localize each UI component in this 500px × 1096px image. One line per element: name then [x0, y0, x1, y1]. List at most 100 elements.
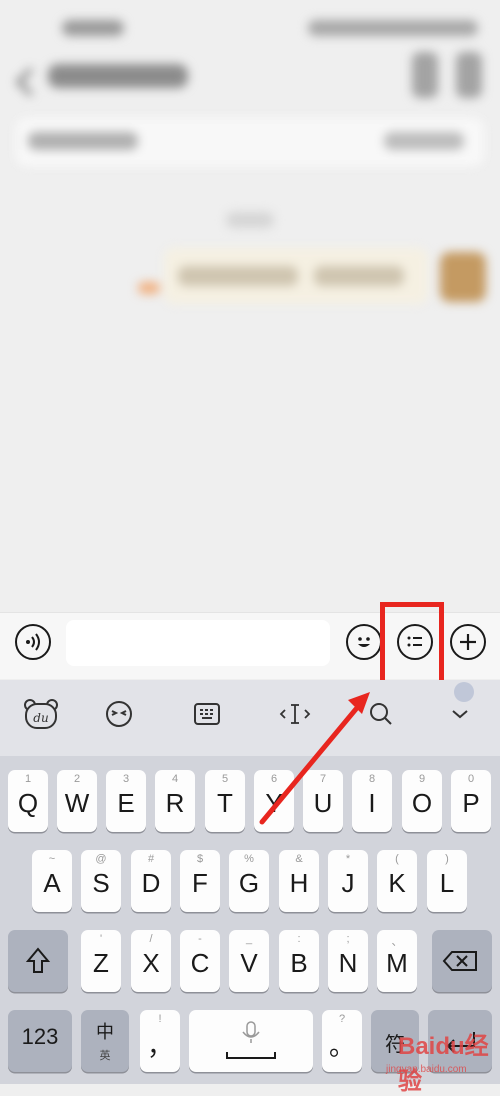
- chevron-down-icon: [452, 710, 468, 719]
- key-y[interactable]: 6Y: [254, 770, 294, 832]
- space-key[interactable]: [189, 1010, 313, 1072]
- key-e[interactable]: 3E: [106, 770, 146, 832]
- key-label: S: [92, 868, 110, 898]
- add-icon: [460, 634, 476, 650]
- key-p[interactable]: 0P: [451, 770, 491, 832]
- key-hint: %: [244, 853, 254, 865]
- key-hint: 6: [270, 773, 278, 785]
- du-logo-button[interactable]: du: [21, 694, 61, 734]
- backspace-key[interactable]: [432, 930, 492, 992]
- backspace-icon: [442, 951, 477, 971]
- key-hint: 1: [24, 773, 32, 785]
- key-t[interactable]: 5T: [205, 770, 245, 832]
- message-bubble[interactable]: [164, 248, 428, 304]
- shift-key[interactable]: [8, 930, 68, 992]
- key-hint: $: [196, 853, 204, 865]
- comma-key[interactable]: !，: [140, 1010, 180, 1072]
- key-label: J: [341, 868, 355, 898]
- key-a[interactable]: ~ A: [32, 850, 72, 912]
- key-hint: /: [149, 933, 153, 945]
- keyboard-switch-button[interactable]: [187, 694, 227, 734]
- cursor-icon: [279, 704, 311, 724]
- message-input[interactable]: [66, 620, 330, 666]
- key-label: 123: [21, 1024, 59, 1049]
- sent-status-icon: [138, 282, 160, 294]
- key-x[interactable]: / X: [131, 930, 171, 992]
- pinned-bar-action[interactable]: [384, 132, 464, 150]
- search-button[interactable]: [361, 694, 401, 734]
- du-bear-logo-icon: du: [24, 699, 58, 729]
- language-toggle-key[interactable]: 中 英: [81, 1010, 129, 1072]
- emoji-button[interactable]: [346, 624, 382, 660]
- key-o[interactable]: 9O: [402, 770, 442, 832]
- key-label: 。: [328, 1031, 355, 1061]
- key-hint: ?: [338, 1013, 346, 1025]
- key-label: X: [142, 948, 160, 978]
- shift-arrow-icon: [25, 947, 51, 973]
- key-label: Z: [93, 948, 109, 978]
- key-m[interactable]: 、 M: [377, 930, 417, 992]
- key-label: K: [388, 868, 406, 898]
- keyboard-icon: [194, 703, 220, 725]
- key-hint: ;: [346, 933, 350, 945]
- key-label: M: [386, 948, 408, 978]
- voice-button[interactable]: [15, 624, 51, 660]
- key-label: Y: [265, 788, 283, 818]
- key-label: C: [190, 948, 210, 978]
- message-text: [178, 266, 298, 286]
- svg-text:du: du: [33, 711, 48, 725]
- key-g[interactable]: % G: [229, 850, 269, 912]
- key-u[interactable]: 7U: [303, 770, 343, 832]
- keyboard-suggestion-bar: [0, 680, 500, 756]
- key-s[interactable]: @ S: [81, 850, 121, 912]
- key-hint: 3: [122, 773, 130, 785]
- search-icon: [370, 703, 392, 725]
- collapse-keyboard-button[interactable]: [440, 694, 480, 734]
- key-d[interactable]: # D: [131, 850, 171, 912]
- key-v[interactable]: _ V: [229, 930, 269, 992]
- key-label: E: [117, 788, 135, 818]
- key-h[interactable]: & H: [279, 850, 319, 912]
- key-w[interactable]: 2W: [57, 770, 97, 832]
- emoticon-button[interactable]: [99, 694, 139, 734]
- voice-icon: [26, 633, 40, 651]
- back-arrow-icon[interactable]: [15, 67, 45, 97]
- key-label: I: [368, 788, 376, 818]
- numbers-key[interactable]: 123: [8, 1010, 72, 1072]
- key-b[interactable]: :B: [279, 930, 319, 992]
- header-action-icon[interactable]: [412, 52, 438, 98]
- key-c[interactable]: -C: [180, 930, 220, 992]
- key-k[interactable]: (K: [377, 850, 417, 912]
- key-hint: 8: [368, 773, 376, 785]
- key-hint: 5: [221, 773, 229, 785]
- key-hint: _: [245, 933, 253, 945]
- key-label: H: [289, 868, 309, 898]
- key-r[interactable]: 4R: [155, 770, 195, 832]
- key-l[interactable]: ) L: [427, 850, 467, 912]
- key-hint: ): [445, 853, 449, 865]
- message-text: [314, 266, 404, 286]
- key-q[interactable]: 1Q: [8, 770, 48, 832]
- avatar[interactable]: [440, 252, 486, 302]
- key-hint: ~: [48, 853, 56, 865]
- key-f[interactable]: $ F: [180, 850, 220, 912]
- key-hint: 7: [319, 773, 327, 785]
- key-sub-label: 英: [99, 1050, 111, 1062]
- header-menu-icon[interactable]: [456, 52, 482, 98]
- key-z[interactable]: ' Z: [81, 930, 121, 992]
- period-key[interactable]: ?。: [322, 1010, 362, 1072]
- key-label: 中: [96, 1022, 114, 1042]
- add-button[interactable]: [450, 624, 486, 660]
- status-time: [62, 20, 124, 36]
- key-label: R: [165, 788, 185, 818]
- pinned-bar[interactable]: [16, 118, 484, 166]
- key-n[interactable]: ; N: [328, 930, 368, 992]
- key-label: ，: [146, 1031, 173, 1061]
- key-i[interactable]: 8I: [352, 770, 392, 832]
- key-j[interactable]: * J: [328, 850, 368, 912]
- cursor-button[interactable]: [275, 694, 315, 734]
- key-hint: &: [295, 853, 303, 865]
- chat-header: [0, 52, 500, 102]
- key-label: P: [462, 788, 480, 818]
- key-label: Q: [17, 788, 39, 818]
